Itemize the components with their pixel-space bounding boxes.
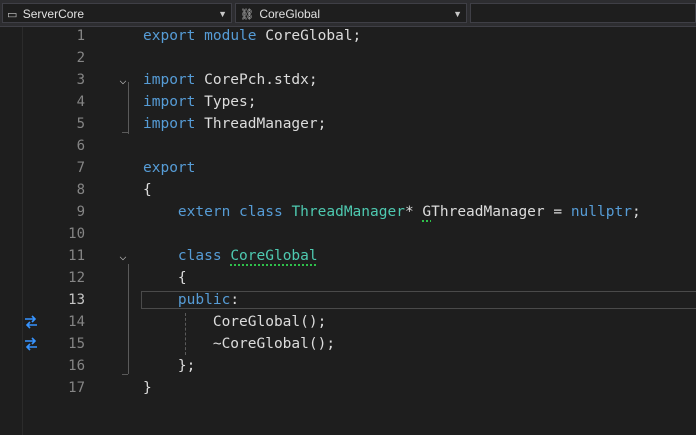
line-code: import Types; xyxy=(143,94,257,110)
scope-icon: ⛓ xyxy=(240,9,254,21)
line-number: 8 xyxy=(76,182,85,198)
line-code: export xyxy=(143,160,196,176)
line-code: }; xyxy=(143,358,196,374)
swap-arrows-icon[interactable] xyxy=(24,315,38,329)
code-line: 10 xyxy=(0,223,696,245)
chevron-down-icon: ▼ xyxy=(453,9,462,19)
line-code: { xyxy=(143,270,187,286)
line-number: 13 xyxy=(68,292,85,308)
line-number: 14 xyxy=(68,314,85,330)
project-dropdown[interactable]: ▭ ServerCore ▼ xyxy=(2,3,232,23)
code-editor[interactable]: 1 export module CoreGlobal; 2 ⌵ 3 import… xyxy=(0,27,696,435)
code-line: 16 }; xyxy=(0,355,696,377)
line-number: 17 xyxy=(68,380,85,396)
code-line: 14 CoreGlobal(); xyxy=(0,311,696,333)
chevron-down-icon: ▼ xyxy=(218,9,227,19)
line-code: public: xyxy=(177,292,240,308)
scope-dropdown-label: CoreGlobal xyxy=(259,7,321,21)
line-code: class CoreGlobal xyxy=(177,248,318,264)
line-number: 9 xyxy=(76,204,85,220)
fold-chevron-icon[interactable]: ⌵ xyxy=(116,69,130,91)
fold-chevron-icon[interactable]: ⌵ xyxy=(116,245,130,267)
scope-dropdown[interactable]: ⛓ CoreGlobal ▼ xyxy=(235,3,467,23)
line-code: extern class ThreadManager* GThreadManag… xyxy=(177,204,641,220)
line-number: 4 xyxy=(76,94,85,110)
code-line: 17 } xyxy=(0,377,696,399)
code-line: 12 { xyxy=(0,267,696,289)
member-dropdown[interactable] xyxy=(470,3,696,23)
code-line: 15 ~CoreGlobal(); xyxy=(0,333,696,355)
swap-arrows-icon[interactable] xyxy=(24,337,38,351)
line-number: 6 xyxy=(76,138,85,154)
code-line: 4 import Types; xyxy=(0,91,696,113)
code-line-current: 13 public: xyxy=(0,289,696,311)
line-number: 15 xyxy=(68,336,85,352)
code-line: 5 import ThreadManager; xyxy=(0,113,696,135)
line-number: 5 xyxy=(76,116,85,132)
line-code: import ThreadManager; xyxy=(143,116,327,132)
line-code: import CorePch.stdx; xyxy=(143,72,318,88)
line-code: CoreGlobal(); xyxy=(143,314,327,330)
line-number: 1 xyxy=(76,28,85,44)
line-number: 3 xyxy=(76,72,85,88)
code-line: 2 xyxy=(0,47,696,69)
line-number: 10 xyxy=(68,226,85,242)
line-code: export module CoreGlobal; xyxy=(143,28,362,44)
code-line: 1 export module CoreGlobal; xyxy=(0,25,696,47)
code-line: 6 xyxy=(0,135,696,157)
code-line: 7 export xyxy=(0,157,696,179)
line-number: 12 xyxy=(68,270,85,286)
line-number: 11 xyxy=(68,248,85,264)
line-number: 2 xyxy=(76,50,85,66)
line-code: ~CoreGlobal(); xyxy=(143,336,336,352)
project-icon: ▭ xyxy=(7,9,18,21)
code-line: ⌵ 11 class CoreGlobal xyxy=(0,245,696,267)
line-code: { xyxy=(143,182,152,198)
code-line: ⌵ 3 import CorePch.stdx; xyxy=(0,69,696,91)
line-code: } xyxy=(143,380,152,396)
line-number: 16 xyxy=(68,358,85,374)
navigation-bar: ▭ ServerCore ▼ ⛓ CoreGlobal ▼ xyxy=(0,0,696,27)
code-line: 8 { xyxy=(0,179,696,201)
code-line: 9 extern class ThreadManager* GThreadMan… xyxy=(0,201,696,223)
line-number: 7 xyxy=(76,160,85,176)
project-dropdown-label: ServerCore xyxy=(22,7,85,21)
